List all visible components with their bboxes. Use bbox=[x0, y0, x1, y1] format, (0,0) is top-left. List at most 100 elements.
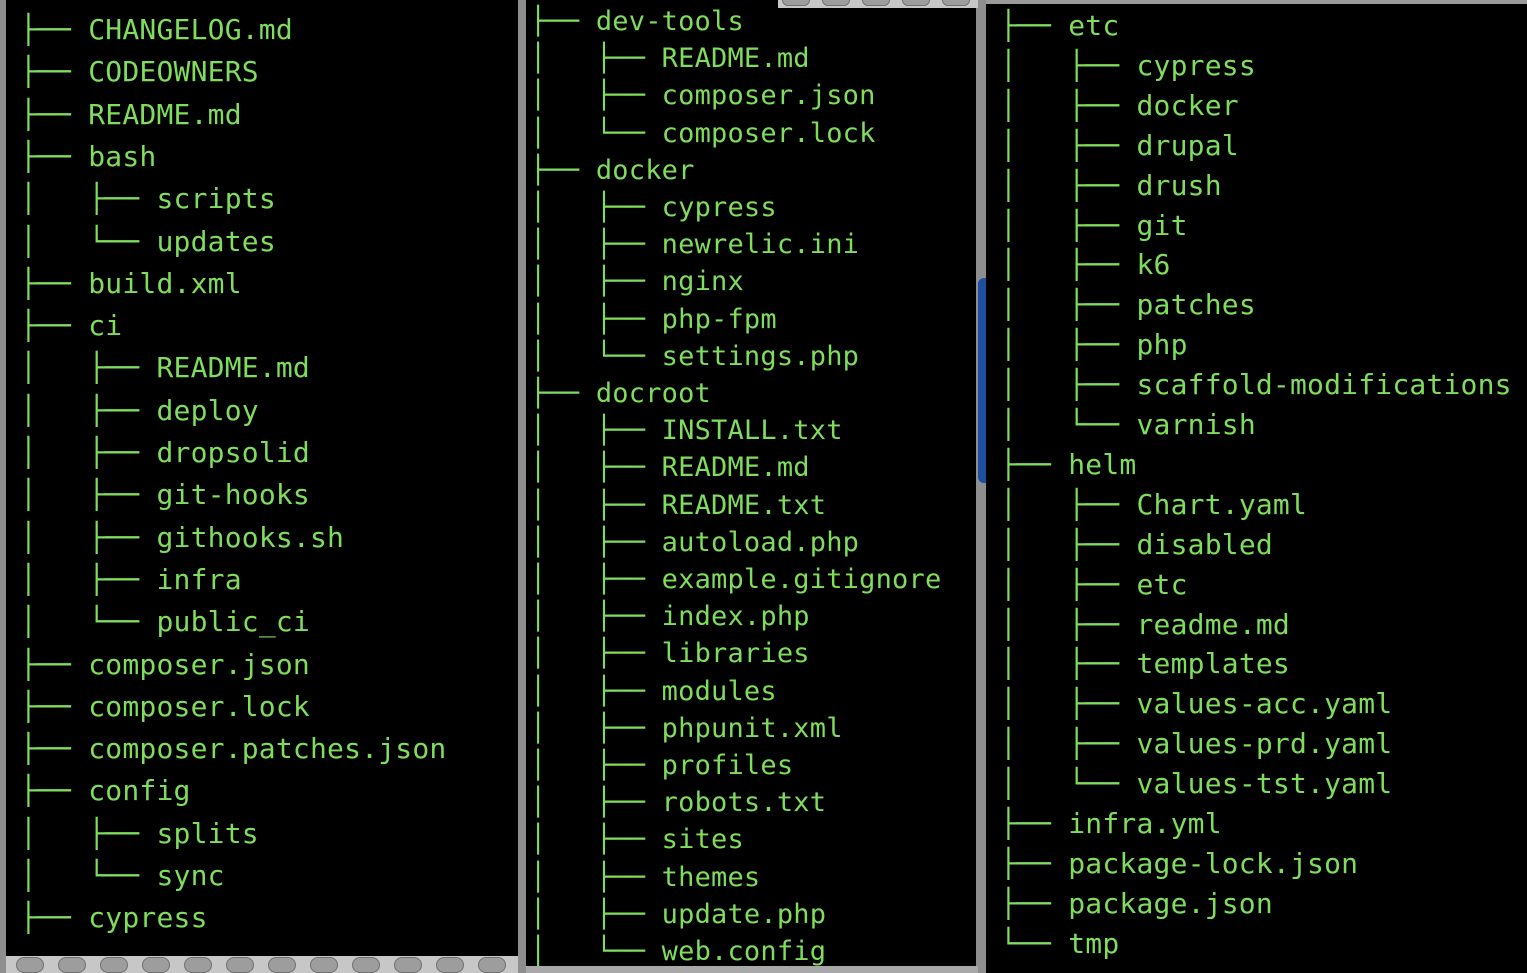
toolbar-dot-icon bbox=[394, 957, 422, 973]
toolbar-dot-icon bbox=[142, 957, 170, 973]
tree-entry: ├── docker bbox=[530, 154, 695, 187]
tree-branch: │ ├── bbox=[20, 520, 157, 554]
tree-entry: │ ├── patches bbox=[1000, 291, 1256, 321]
tree-entry-name: themes bbox=[661, 861, 761, 893]
tree-entry-name: docker bbox=[1136, 88, 1239, 122]
tree-branch: │ └── bbox=[530, 936, 662, 966]
toolbar-dot-icon bbox=[226, 957, 254, 973]
toolbar-dot-icon bbox=[478, 957, 506, 973]
tree-branch: │ ├── bbox=[1000, 248, 1137, 282]
top-right-strip bbox=[986, 0, 1527, 4]
tree-branch: │ ├── bbox=[530, 229, 662, 261]
tree-entry: │ ├── README.md bbox=[20, 354, 310, 384]
tree-entry-name: etc bbox=[1068, 9, 1120, 42]
tree-entry-name: githooks.sh bbox=[156, 520, 345, 554]
tree-entry-name: README.md bbox=[661, 43, 810, 75]
tree-branch: │ ├── bbox=[20, 182, 157, 216]
tree-entry-name: build.xml bbox=[88, 266, 242, 300]
tree-branch: │ └── bbox=[20, 859, 157, 892]
tree-entry: │ ├── nginx bbox=[530, 268, 744, 298]
tree-entry: ├── docroot bbox=[530, 380, 711, 410]
tree-entry-name: php bbox=[1136, 328, 1188, 362]
tree-entry-name: k6 bbox=[1136, 248, 1171, 282]
tree-branch: ├── bbox=[20, 309, 89, 343]
tree-entry: │ ├── disabled bbox=[1000, 530, 1273, 561]
tree-entry-name: sites bbox=[661, 824, 744, 856]
tree-branch: ├── bbox=[530, 378, 596, 409]
tree-branch: │ ├── bbox=[530, 712, 662, 744]
tree-entry: │ ├── modules bbox=[530, 675, 777, 708]
tree-entry: │ ├── README.txt bbox=[530, 491, 826, 522]
tree-branch: │ ├── bbox=[530, 861, 662, 893]
tree-entry: │ ├── githooks.sh bbox=[20, 520, 345, 554]
tree-entry-name: drupal bbox=[1136, 128, 1239, 162]
tree-entry-name: dropsolid bbox=[156, 436, 310, 469]
tree-entry-name: ci bbox=[88, 309, 123, 343]
tree-entry-name: robots.txt bbox=[661, 787, 827, 819]
tree-branch: │ ├── bbox=[1000, 368, 1137, 402]
tree-entry-name: composer.lock bbox=[661, 117, 876, 149]
tree-entry-name: helm bbox=[1068, 447, 1137, 481]
tree-entry-name: profiles bbox=[661, 750, 794, 781]
tree-branch: ├── bbox=[20, 13, 89, 46]
tree-entry: │ ├── templates bbox=[1000, 650, 1290, 680]
tree-entry: ├── config bbox=[20, 777, 191, 807]
tree-entry-name: CHANGELOG.md bbox=[88, 13, 293, 46]
tree-branch: │ ├── bbox=[1000, 328, 1137, 362]
tree-entry-name: index.php bbox=[661, 601, 810, 633]
toolbar-dot-icon bbox=[862, 0, 890, 6]
tree-branch: │ ├── bbox=[20, 351, 157, 385]
tree-entry: │ ├── libraries bbox=[530, 640, 810, 670]
tree-entry-name: README.md bbox=[156, 351, 310, 385]
tree-entry: │ ├── newrelic.ini bbox=[530, 231, 859, 261]
tree-entry-name: autoload.php bbox=[661, 526, 860, 558]
tree-branch: │ ├── bbox=[1000, 487, 1137, 521]
tree-entry: │ ├── profiles bbox=[530, 752, 793, 782]
tree-entry-name: docker bbox=[595, 154, 695, 186]
tree-entry-name: docroot bbox=[595, 378, 712, 409]
tree-entry: │ ├── etc bbox=[1000, 570, 1188, 601]
tree-entry: │ └── composer.lock bbox=[530, 117, 876, 150]
tree-entry: │ ├── composer.json bbox=[530, 82, 876, 112]
toolbar-dot-icon bbox=[782, 0, 810, 6]
tree-entry-name: CODEOWNERS bbox=[88, 55, 259, 89]
tree-branch: │ └── bbox=[1000, 767, 1137, 801]
tree-entry: │ └── public_ci bbox=[20, 608, 310, 638]
tree-panel-right: ├── etc │ ├── cypress │ ├── docker │ ├── dr… bbox=[986, 0, 1527, 973]
tree-entry: │ ├── php bbox=[1000, 331, 1188, 361]
tree-branch: │ ├── bbox=[530, 824, 662, 856]
toolbar-dot-icon bbox=[436, 957, 464, 973]
tree-entry-name: sync bbox=[156, 859, 225, 892]
tree-entry-name: infra bbox=[156, 562, 242, 596]
bottom-middle-strip bbox=[526, 966, 978, 973]
tree-entry-name: splits bbox=[156, 816, 259, 850]
tree-entry: │ └── updates bbox=[20, 227, 276, 258]
tree-panel-left: ├── CHANGELOG.md ├── CODEOWNERS ├── README… bbox=[6, 0, 518, 956]
tree-entry-name: cypress bbox=[661, 192, 777, 223]
tree-branch: │ └── bbox=[530, 340, 662, 372]
tree-entry: │ └── values-tst.yaml bbox=[1000, 770, 1392, 800]
tree-branch: │ ├── bbox=[530, 898, 662, 930]
tree-entry-name: package-lock.json bbox=[1068, 846, 1359, 880]
tree-entry: │ ├── splits bbox=[20, 816, 259, 850]
tree-entry: │ ├── scripts bbox=[20, 185, 276, 215]
tree-branch: │ ├── bbox=[530, 750, 662, 781]
tree-branch: │ └── bbox=[1000, 408, 1137, 441]
toolbar-dot-icon bbox=[822, 0, 850, 6]
tree-entry: │ ├── update.php bbox=[530, 898, 827, 931]
tree-branch: │ ├── bbox=[20, 816, 157, 850]
tree-branch: ├── bbox=[20, 901, 89, 935]
tree-entry-name: update.php bbox=[661, 898, 827, 930]
tree-branch: │ └── bbox=[20, 605, 157, 639]
tree-entry-name: newrelic.ini bbox=[661, 229, 860, 261]
tree-branch: ├── bbox=[1000, 807, 1069, 840]
tree-branch: │ ├── bbox=[530, 452, 662, 484]
tree-entry-name: deploy bbox=[156, 393, 259, 427]
tree-entry-name: modules bbox=[661, 675, 777, 707]
tree-entry-name: cypress bbox=[1136, 48, 1256, 82]
tree-entry: │ └── varnish bbox=[1000, 411, 1256, 441]
tree-entry: │ ├── robots.txt bbox=[530, 789, 826, 819]
toolbar-dot-icon bbox=[16, 957, 44, 973]
tree-entry: │ ├── INSTALL.txt bbox=[530, 417, 843, 447]
tree-branch: ├── bbox=[1000, 9, 1069, 42]
